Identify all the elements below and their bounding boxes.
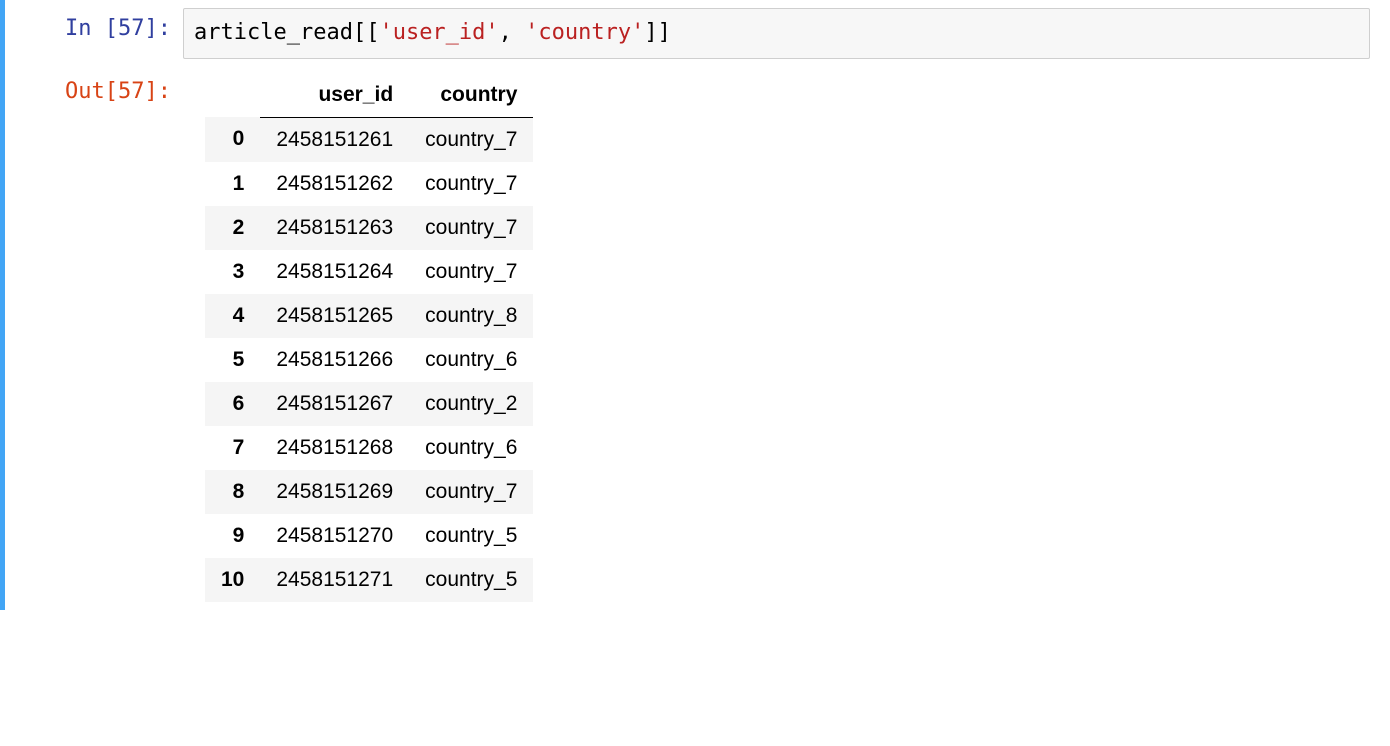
cell-user-id: 2458151269	[260, 470, 409, 514]
row-index: 6	[205, 382, 260, 426]
input-area: In [57]: article_read[['user_id', 'count…	[5, 2, 1390, 65]
cell-country: country_7	[409, 117, 533, 162]
output-area: Out[57]: user_id country 0 2458151261 co…	[5, 65, 1390, 610]
cell-user-id: 2458151265	[260, 294, 409, 338]
row-index: 1	[205, 162, 260, 206]
notebook-cell: In [57]: article_read[['user_id', 'count…	[0, 0, 1390, 610]
cell-user-id: 2458151261	[260, 117, 409, 162]
table-row: 5 2458151266 country_6	[205, 338, 533, 382]
row-index: 7	[205, 426, 260, 470]
cell-country: country_7	[409, 250, 533, 294]
col-header-user-id: user_id	[260, 73, 409, 118]
code-input[interactable]: article_read[['user_id', 'country']]	[183, 8, 1370, 59]
table-row: 9 2458151270 country_5	[205, 514, 533, 558]
table-row: 6 2458151267 country_2	[205, 382, 533, 426]
cell-country: country_6	[409, 426, 533, 470]
cell-user-id: 2458151268	[260, 426, 409, 470]
code-line: article_read[['user_id', 'country']]	[194, 20, 671, 45]
table-row: 7 2458151268 country_6	[205, 426, 533, 470]
row-index: 5	[205, 338, 260, 382]
cell-user-id: 2458151267	[260, 382, 409, 426]
col-header-country: country	[409, 73, 533, 118]
cell-country: country_5	[409, 558, 533, 602]
cell-user-id: 2458151262	[260, 162, 409, 206]
cell-country: country_8	[409, 294, 533, 338]
code-token-str2: 'country'	[525, 20, 644, 45]
table-row: 8 2458151269 country_7	[205, 470, 533, 514]
row-index: 10	[205, 558, 260, 602]
cell-user-id: 2458151271	[260, 558, 409, 602]
table-row: 0 2458151261 country_7	[205, 117, 533, 162]
row-index: 8	[205, 470, 260, 514]
cell-country: country_7	[409, 162, 533, 206]
code-token-comma: ,	[499, 20, 526, 45]
cell-country: country_7	[409, 470, 533, 514]
input-prompt: In [57]:	[5, 6, 175, 61]
table-row: 3 2458151264 country_7	[205, 250, 533, 294]
dataframe-table: user_id country 0 2458151261 country_7 1…	[205, 73, 533, 602]
table-header-row: user_id country	[205, 73, 533, 118]
cell-country: country_2	[409, 382, 533, 426]
cell-user-id: 2458151266	[260, 338, 409, 382]
table-corner	[205, 73, 260, 118]
output-content: user_id country 0 2458151261 country_7 1…	[175, 69, 1390, 606]
row-index: 2	[205, 206, 260, 250]
row-index: 3	[205, 250, 260, 294]
output-prompt: Out[57]:	[5, 69, 175, 606]
table-row: 10 2458151271 country_5	[205, 558, 533, 602]
cell-country: country_7	[409, 206, 533, 250]
cell-user-id: 2458151270	[260, 514, 409, 558]
table-row: 1 2458151262 country_7	[205, 162, 533, 206]
cell-country: country_5	[409, 514, 533, 558]
table-row: 2 2458151263 country_7	[205, 206, 533, 250]
row-index: 0	[205, 117, 260, 162]
code-token-close: ]]	[644, 20, 671, 45]
code-token-open: [[	[353, 20, 380, 45]
cell-country: country_6	[409, 338, 533, 382]
code-token-var: article_read	[194, 20, 353, 45]
cell-user-id: 2458151263	[260, 206, 409, 250]
row-index: 9	[205, 514, 260, 558]
code-token-str1: 'user_id'	[379, 20, 498, 45]
cell-user-id: 2458151264	[260, 250, 409, 294]
table-row: 4 2458151265 country_8	[205, 294, 533, 338]
row-index: 4	[205, 294, 260, 338]
